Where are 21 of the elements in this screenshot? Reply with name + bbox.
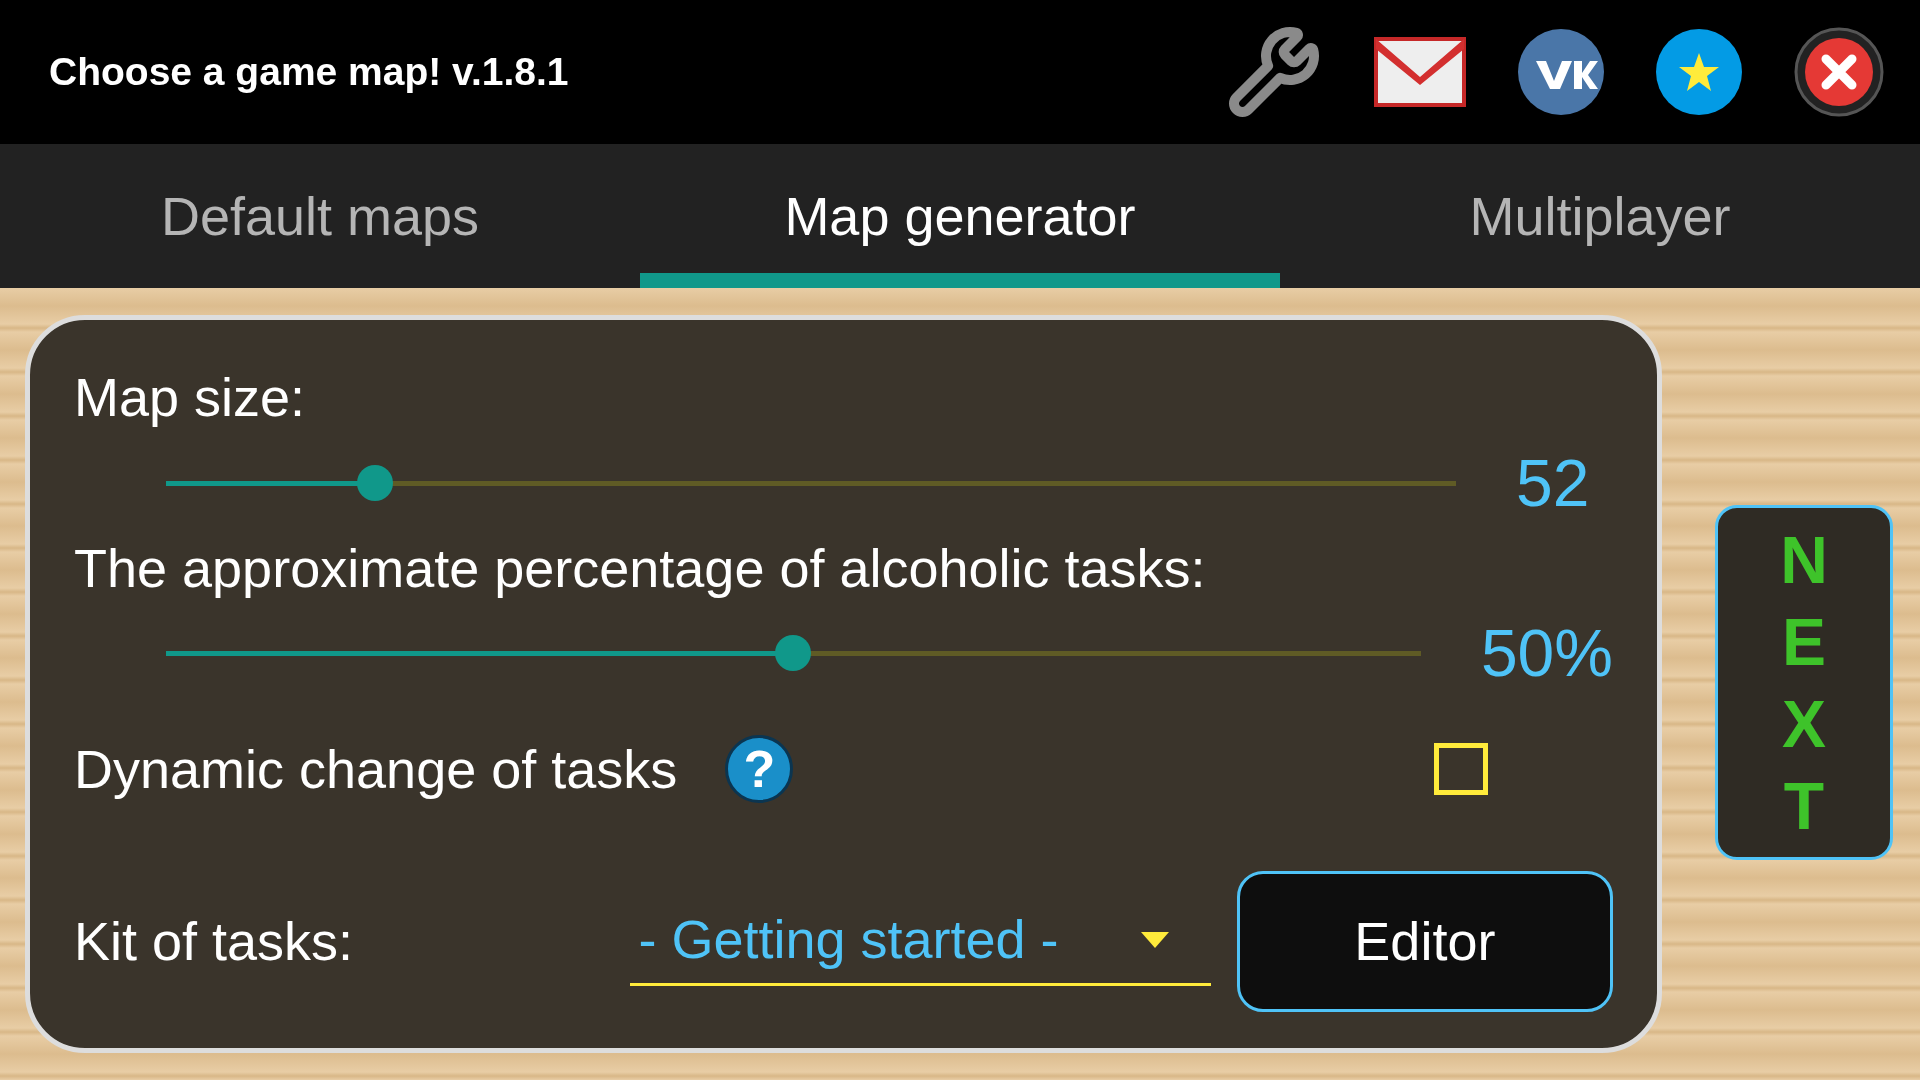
setting-label: Map size: — [74, 365, 306, 429]
wrench-icon[interactable] — [1226, 24, 1322, 120]
setting-label: Dynamic change of tasks — [74, 737, 678, 801]
social-icon[interactable] — [1518, 29, 1604, 115]
setting-label: The approximate percentage of alcoholic tasks: — [74, 536, 1206, 600]
slider-value: 50% — [1480, 620, 1613, 686]
close-icon[interactable] — [1794, 27, 1884, 117]
tab[interactable]: Default maps — [0, 144, 640, 288]
checkbox[interactable] — [1434, 743, 1488, 795]
caret-icon — [1140, 931, 1169, 948]
slider-value: 52 — [1516, 450, 1590, 516]
kit-dropdown[interactable]: - Getting started - — [630, 896, 1211, 986]
setting-label: Kit of tasks: — [74, 909, 355, 973]
editor-button[interactable]: Editor — [1236, 870, 1613, 1012]
help-icon[interactable]: ? — [725, 735, 794, 803]
tab[interactable]: Multiplayer — [1280, 144, 1920, 288]
slider-thumb[interactable] — [356, 465, 393, 501]
slider-thumb[interactable] — [775, 635, 812, 671]
window-title: Choose a game map! v.1.8.1 — [49, 48, 569, 95]
next-button[interactable]: N E X T — [1715, 505, 1893, 860]
mail-icon[interactable] — [1374, 37, 1466, 107]
